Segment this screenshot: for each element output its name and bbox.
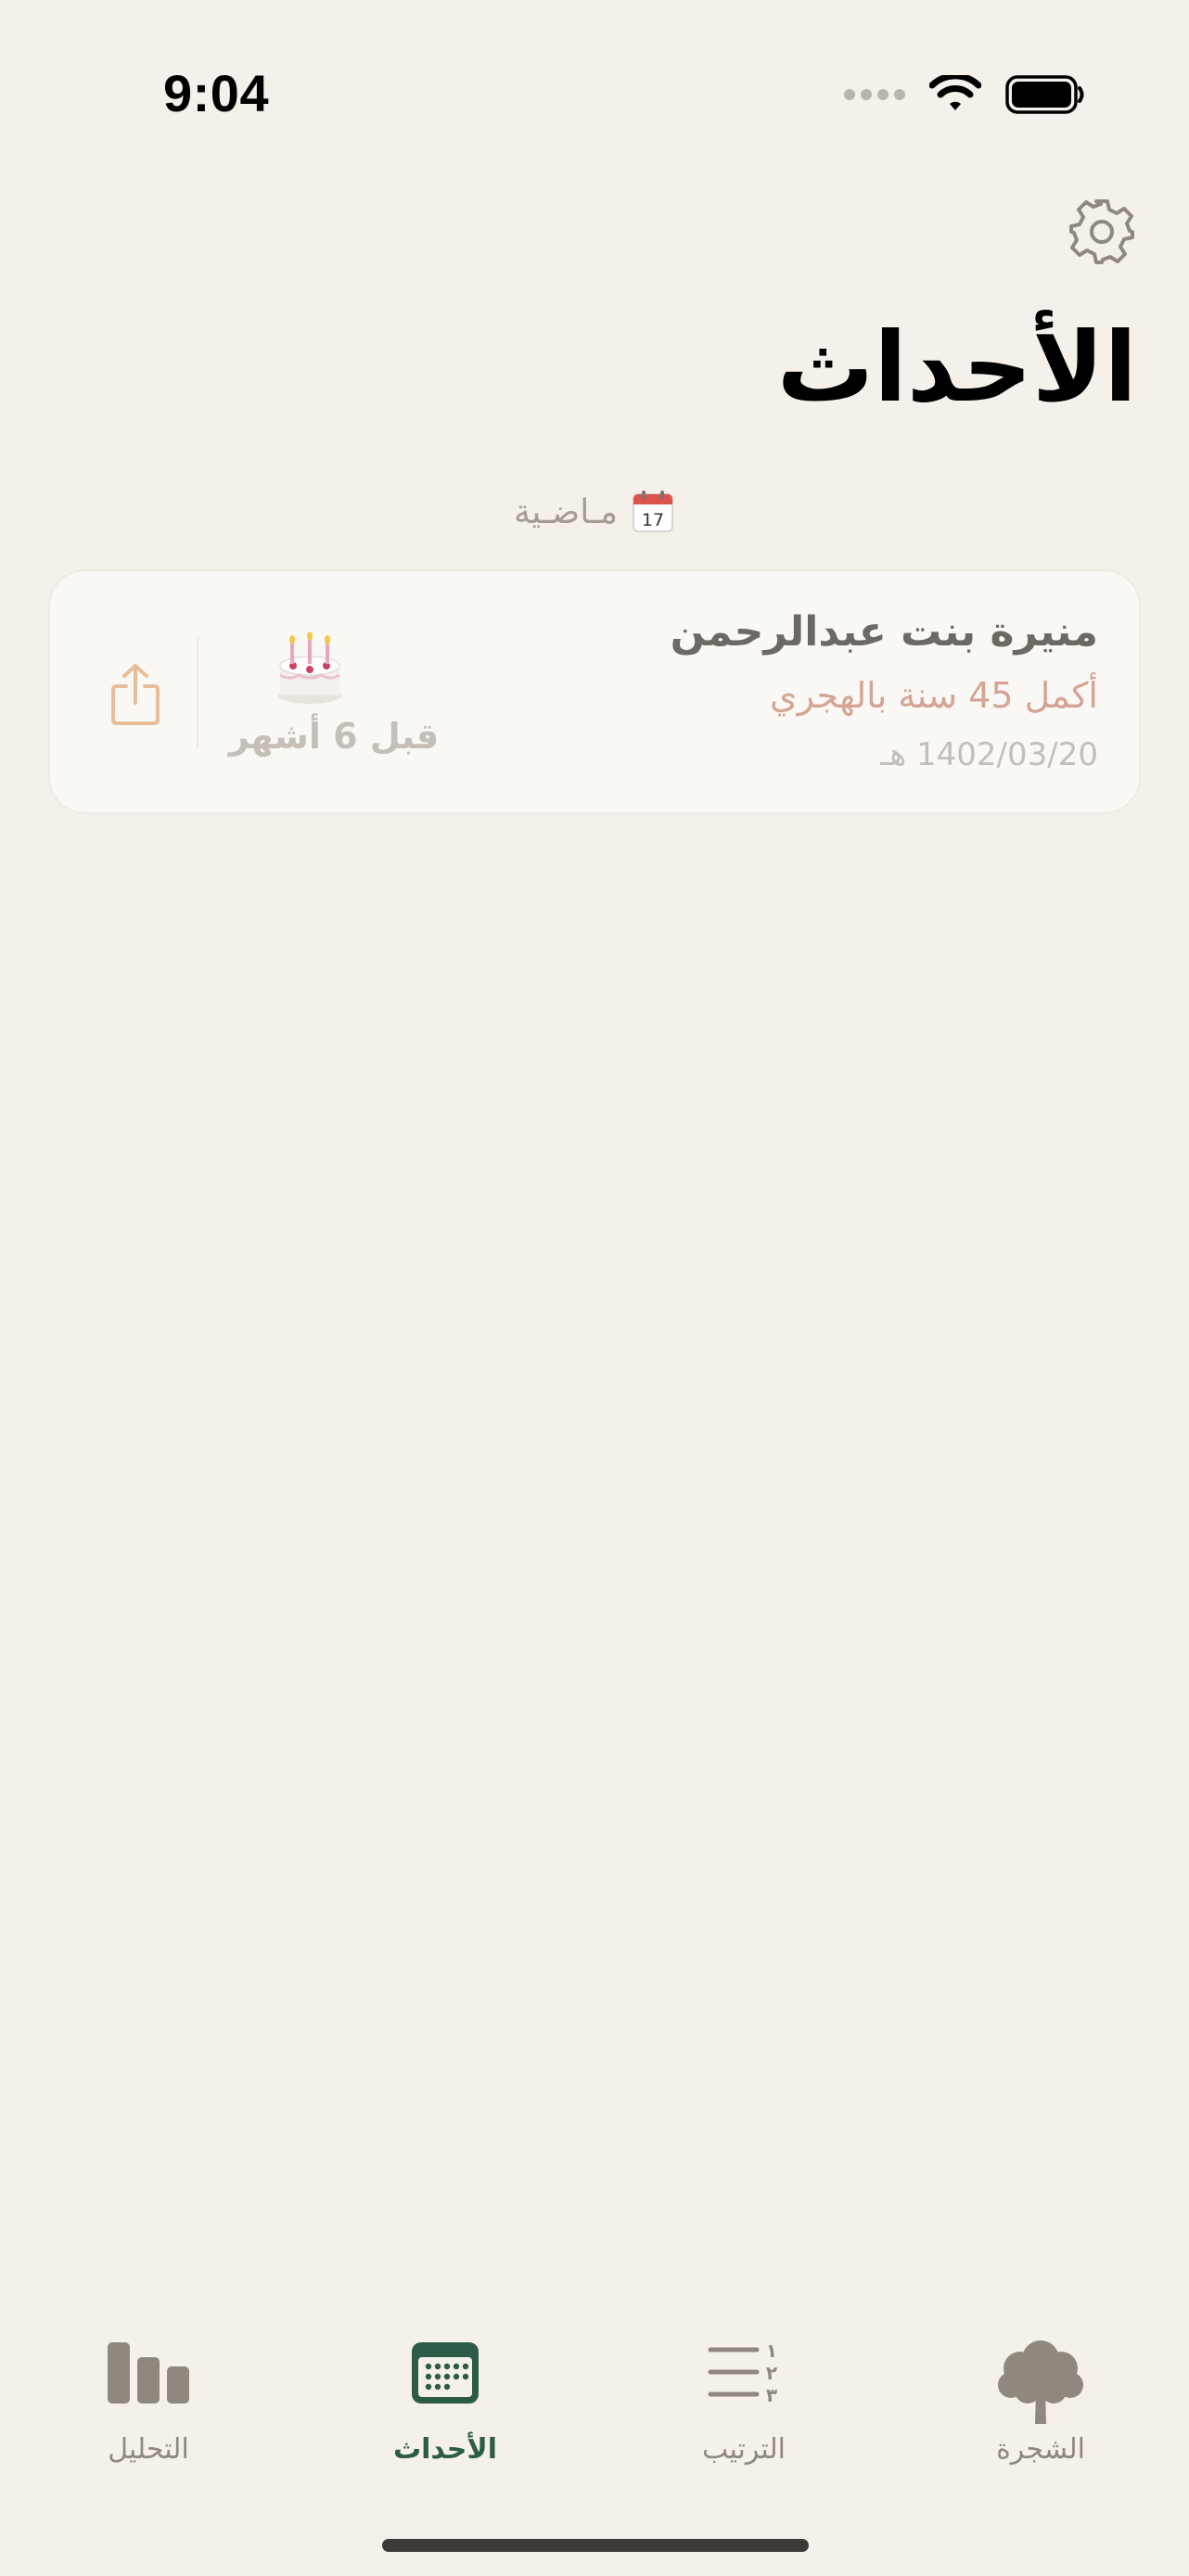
tab-events[interactable]: الأحداث — [352, 2337, 538, 2485]
svg-text:١: ١ — [766, 2340, 777, 2362]
calendar-day: 17 — [642, 510, 664, 530]
wifi-icon — [929, 75, 981, 110]
battery-icon — [1005, 75, 1084, 114]
section-label: مـاضـية — [513, 492, 619, 531]
tab-analysis[interactable]: التحليل — [56, 2337, 241, 2485]
tree-icon — [998, 2340, 1083, 2424]
event-person-name: منيرة بنت عبدالرحمن — [670, 608, 1098, 656]
event-date: 1402/03/20 هـ — [880, 736, 1098, 773]
calendar-icon — [412, 2342, 479, 2404]
page-title: الأحداث — [776, 311, 1137, 424]
cellular-signal-icon — [844, 89, 905, 100]
tab-bar: التحليل الأحداث ١ ٢ ٣ الترتيب الشجرة — [0, 2337, 1189, 2485]
svg-text:٢: ٢ — [766, 2362, 777, 2384]
status-indicators — [844, 70, 1085, 119]
card-divider — [197, 638, 198, 747]
svg-text:٣: ٣ — [766, 2384, 777, 2406]
settings-gear-icon[interactable] — [1065, 195, 1139, 269]
event-age-text: أكمل 45 سنة بالهجري — [769, 675, 1098, 716]
tab-label-events: الأحداث — [392, 2433, 497, 2466]
events-screen: 9:04 الأحداث 17 مـاضـية منيرة بنت عبدالر… — [0, 0, 1189, 2576]
home-indicator[interactable] — [382, 2539, 809, 2552]
share-icon[interactable] — [108, 662, 163, 727]
tab-label-tree: الشجرة — [996, 2433, 1085, 2466]
section-header-past: 17 مـاضـية — [0, 490, 1189, 534]
status-time: 9:04 — [163, 64, 270, 122]
tab-tree[interactable]: الشجرة — [948, 2337, 1133, 2485]
ranked-list-icon: ١ ٢ ٣ — [708, 2340, 777, 2406]
event-time-ago: قبل 6 أشهر — [228, 716, 440, 757]
bar-chart-icon — [108, 2342, 189, 2404]
calendar-icon: 17 — [633, 491, 673, 532]
tab-label-analysis: التحليل — [108, 2433, 189, 2466]
birthday-cake-icon — [271, 631, 349, 707]
tab-label-ranking: الترتيب — [702, 2433, 786, 2466]
event-card[interactable]: منيرة بنت عبدالرحمن أكمل 45 سنة بالهجري … — [48, 569, 1141, 814]
tab-ranking[interactable]: ١ ٢ ٣ الترتيب — [651, 2337, 837, 2485]
